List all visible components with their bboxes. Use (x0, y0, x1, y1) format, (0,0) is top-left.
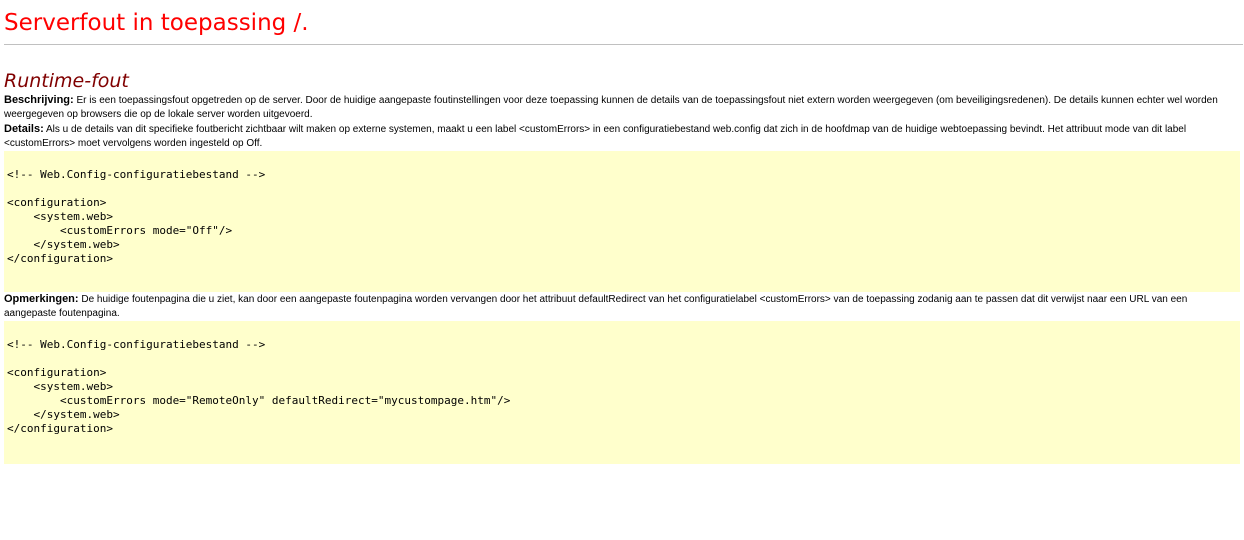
code-line: <!-- Web.Config-configuratiebestand --> (7, 168, 266, 181)
details-text: Als u de details van dit specifieke fout… (4, 124, 1187, 149)
page-title: Serverfout in toepassing /. (4, 10, 309, 36)
code-line: </configuration> (7, 252, 113, 265)
details-label: Details: (4, 123, 44, 135)
code-line: </system.web> (7, 408, 120, 421)
code-line: ​ (7, 182, 1240, 196)
code-line: </system.web> (7, 238, 120, 251)
code-line: <customErrors mode="Off"/> (7, 224, 233, 237)
code-line: </configuration> (7, 422, 113, 435)
remarks-label: Opmerkingen: (4, 293, 79, 305)
code-line: <system.web> (7, 380, 113, 393)
config-code-block-off: <!-- Web.Config-configuratiebestand -->​… (4, 151, 1240, 292)
code-line: <system.web> (7, 210, 113, 223)
details-paragraph: Details: Als u de details van dit specif… (4, 122, 1229, 151)
description-paragraph: Beschrijving: Er is een toepassingsfout … (4, 93, 1229, 122)
code-line: <customErrors mode="RemoteOnly" defaultR… (7, 394, 511, 407)
error-subtitle: Runtime-fout (4, 70, 129, 92)
config-code-block-remoteonly: <!-- Web.Config-configuratiebestand -->​… (4, 321, 1240, 464)
description-label: Beschrijving: (4, 94, 74, 106)
description-text: Er is een toepassingsfout opgetreden op … (4, 95, 1218, 120)
code-line: <!-- Web.Config-configuratiebestand --> (7, 338, 266, 351)
title-divider (4, 44, 1243, 45)
code-line: <configuration> (7, 196, 107, 209)
remarks-paragraph: Opmerkingen: De huidige foutenpagina die… (4, 292, 1229, 321)
error-page: Serverfout in toepassing /. Runtime-fout… (0, 0, 1244, 464)
remarks-text: De huidige foutenpagina die u ziet, kan … (4, 294, 1188, 319)
code-line: <configuration> (7, 366, 107, 379)
code-line: ​ (7, 352, 1240, 366)
